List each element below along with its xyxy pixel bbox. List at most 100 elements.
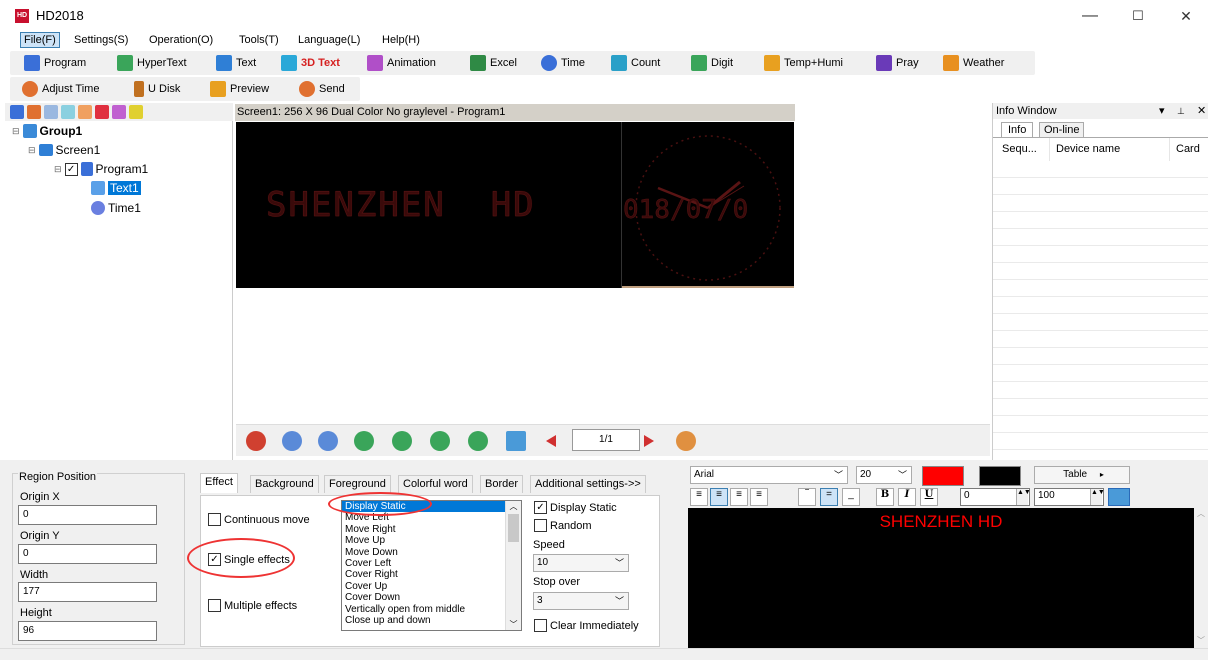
tree-time[interactable]: Time1 [91, 201, 141, 215]
tab-online[interactable]: On-line [1039, 122, 1085, 137]
image-icon[interactable] [1108, 488, 1130, 506]
animation-button[interactable]: Animation [367, 54, 436, 72]
effects-listbox[interactable]: Display Static Move Left Move Right Move… [341, 500, 522, 631]
u-disk-button[interactable]: U Disk [134, 80, 180, 98]
dropdown-icon[interactable]: ▾ [1159, 103, 1165, 119]
minimize-button[interactable]: — [1080, 6, 1100, 26]
text-color-picker[interactable] [922, 466, 964, 486]
collapse-icon[interactable]: ⊟ [12, 126, 20, 137]
display-static-option[interactable]: ✓ Display Static [534, 501, 617, 514]
tab-additional-settings[interactable]: Additional settings->> [530, 475, 646, 493]
effect-item[interactable]: Cover Left [342, 558, 521, 569]
multiple-effects-option[interactable]: Multiple effects [208, 599, 297, 612]
menu-operation[interactable]: Operation(O) [146, 32, 216, 48]
continuous-move-checkbox[interactable] [208, 513, 221, 526]
digit-button[interactable]: Digit [691, 54, 733, 72]
hypertext-button[interactable]: HyperText [117, 54, 187, 72]
tab-border[interactable]: Border [480, 475, 524, 493]
pray-button[interactable]: Pray [876, 54, 919, 72]
image-icon[interactable] [61, 105, 75, 119]
tab-foreground[interactable]: Foreground [324, 475, 391, 493]
tree-text[interactable]: Text1 [91, 181, 141, 195]
zoom-out-icon[interactable] [318, 431, 338, 451]
valign-top-icon[interactable]: ‾ [798, 488, 816, 506]
editor-scrollbar[interactable]: ︿ ﹀ [1194, 508, 1208, 648]
3d-text-button[interactable]: 3D Text [281, 54, 340, 72]
close-icon[interactable]: ✕ [1197, 103, 1206, 119]
origin-x-input[interactable]: 0 [18, 505, 157, 525]
move-icon[interactable] [506, 431, 526, 451]
tree-group[interactable]: ⊟ Group1 [12, 124, 82, 138]
maximize-button[interactable]: ☐ [1128, 6, 1148, 26]
effect-item[interactable]: Move Down [342, 547, 521, 558]
width-input[interactable]: 177 [18, 582, 157, 602]
scale-spinner-icon[interactable]: ▲▼ [1090, 489, 1105, 505]
text-editor[interactable]: SHENZHEN HD ︿ ﹀ [688, 508, 1208, 648]
effect-item[interactable]: Close up and down [342, 615, 521, 626]
font-size-select[interactable]: 20 ﹀ [856, 466, 912, 484]
search-icon[interactable] [129, 105, 143, 119]
arrow-down-icon[interactable] [468, 431, 488, 451]
effect-item[interactable]: Move Right [342, 524, 521, 535]
valign-bottom-icon[interactable]: _ [842, 488, 860, 506]
close-button[interactable]: ✕ [1176, 6, 1196, 26]
mail-icon[interactable] [78, 105, 92, 119]
tab-info[interactable]: Info [1001, 122, 1034, 137]
next-page-icon[interactable] [644, 435, 654, 447]
collapse-icon[interactable]: ⊟ [54, 164, 62, 175]
effect-item[interactable]: Vertically open from middle [342, 604, 521, 615]
send-button[interactable]: Send [299, 80, 345, 98]
settings-icon[interactable] [676, 431, 696, 451]
scroll-down-icon[interactable]: ﹀ [506, 619, 521, 630]
col-sequence[interactable]: Sequ... [1002, 143, 1037, 155]
origin-y-input[interactable]: 0 [18, 544, 157, 564]
arrow-up-icon[interactable] [430, 431, 450, 451]
program-button[interactable]: Program [24, 54, 86, 72]
arrow-left-icon[interactable] [354, 431, 374, 451]
prev-page-icon[interactable] [546, 435, 556, 447]
preview-button[interactable]: Preview [210, 80, 269, 98]
scroll-down-icon[interactable]: ﹀ [1194, 635, 1208, 646]
background-color-picker[interactable] [979, 466, 1021, 486]
valign-middle-icon[interactable]: = [820, 488, 838, 506]
speed-select[interactable]: 10 ﹀ [533, 554, 629, 572]
zoom-in-icon[interactable] [282, 431, 302, 451]
clear-immediately-checkbox[interactable] [534, 619, 547, 632]
effects-scrollbar[interactable]: ︿ ﹀ [505, 501, 521, 630]
menu-help[interactable]: Help(H) [379, 32, 423, 48]
count-button[interactable]: Count [611, 54, 660, 72]
tab-background[interactable]: Background [250, 475, 319, 493]
add-program-icon[interactable] [27, 105, 41, 119]
effect-item[interactable]: Cover Up [342, 581, 521, 592]
spacing-spinner-icon[interactable]: ▲▼ [1016, 489, 1031, 505]
menu-tools[interactable]: Tools(T) [236, 32, 282, 48]
tab-effect[interactable]: Effect [200, 473, 238, 493]
tree-screen[interactable]: ⊟ Screen1 [28, 143, 100, 157]
align-left-icon[interactable]: ≡ [690, 488, 708, 506]
weather-button[interactable]: Weather [943, 54, 1004, 72]
program-checkbox[interactable]: ✓ [64, 162, 78, 176]
col-device-name[interactable]: Device name [1056, 143, 1120, 155]
tab-colorful-word[interactable]: Colorful word [398, 475, 473, 493]
temp-humi-button[interactable]: Temp+Humi [764, 54, 843, 72]
height-input[interactable]: 96 [18, 621, 157, 641]
italic-icon[interactable]: I [898, 488, 916, 506]
pause-icon[interactable] [246, 431, 266, 451]
col-card[interactable]: Card [1176, 143, 1200, 155]
display-static-checkbox[interactable]: ✓ [534, 501, 547, 514]
table-button[interactable]: Table ▸ [1034, 466, 1130, 484]
underline-icon[interactable]: U [920, 488, 938, 506]
scroll-up-icon[interactable]: ︿ [506, 501, 521, 512]
justify-icon[interactable]: ≡ [750, 488, 768, 506]
multiple-effects-checkbox[interactable] [208, 599, 221, 612]
menu-file[interactable]: File(F) [20, 32, 60, 48]
arrow-right-icon[interactable] [392, 431, 412, 451]
random-option[interactable]: Random [534, 519, 592, 532]
continuous-move-option[interactable]: Continuous move [208, 513, 310, 526]
collapse-icon[interactable]: ⊟ [28, 145, 36, 156]
tree-program[interactable]: ⊟ ✓ Program1 [54, 162, 148, 176]
bold-icon[interactable]: B [876, 488, 894, 506]
menu-settings[interactable]: Settings(S) [71, 32, 131, 48]
delete-icon[interactable] [95, 105, 109, 119]
stop-over-select[interactable]: 3 ﹀ [533, 592, 629, 610]
